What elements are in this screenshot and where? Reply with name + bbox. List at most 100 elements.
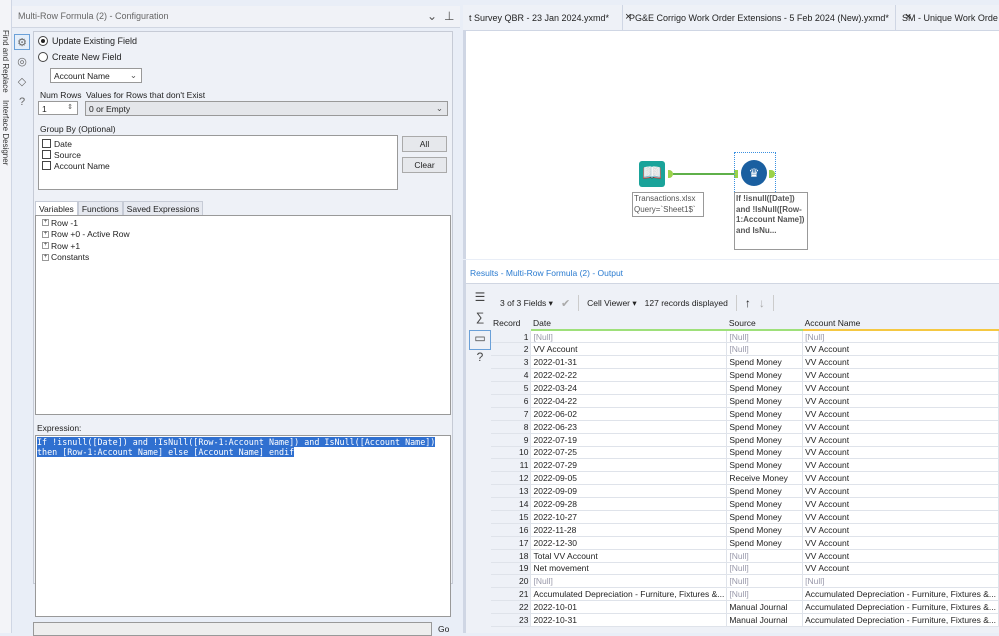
date-cell[interactable]: VV Account [530,342,728,357]
column-header-record[interactable]: Record [491,317,531,331]
table-row[interactable]: 15 2022-10-27 Spend Money VV Account [491,510,999,524]
source-cell[interactable]: Manual Journal [726,613,804,627]
date-cell[interactable]: 2022-10-01 [530,600,728,615]
table-row[interactable]: 12 2022-09-05 Receive Money VV Account [491,471,999,486]
column-header-date[interactable]: Date [530,317,727,331]
record-cell[interactable]: 7 [491,407,532,421]
table-row[interactable]: 18 Total VV Account [Null] VV Account [491,549,999,563]
account-name-cell[interactable]: VV Account [802,368,999,383]
record-cell[interactable]: 10 [491,446,532,460]
table-row[interactable]: 23 2022-10-31 Manual Journal Accumulated De… [491,613,999,627]
account-name-cell[interactable]: VV Account [802,510,999,524]
check-icon[interactable]: ✔ [561,297,570,310]
group-by-account-name[interactable]: Account Name [39,160,397,171]
record-cell[interactable]: 8 [491,420,532,434]
group-by-date[interactable]: Date [39,138,397,149]
source-cell[interactable]: Receive Money [726,471,804,486]
table-row[interactable]: 8 2022-06-23 Spend Money VV Account [491,420,999,434]
record-cell[interactable]: 18 [491,549,532,563]
date-cell[interactable]: 2022-06-23 [530,420,728,434]
expand-icon[interactable]: + [42,242,49,250]
column-header-source[interactable]: Source [726,317,803,331]
date-cell[interactable]: 2022-06-02 [530,407,728,421]
table-row[interactable]: 16 2022-11-28 Spend Money VV Account [491,523,999,537]
doc-tab[interactable]: PG&E Corrigo Work Order Extensions - 5 F… [623,5,911,31]
arrow-down-icon[interactable]: ↓ [759,296,765,310]
account-name-cell[interactable]: VV Account [802,355,999,370]
record-cell[interactable]: 5 [491,381,532,395]
tag-icon[interactable]: ◇ [14,74,30,90]
account-name-cell[interactable]: VV Account [802,497,999,511]
table-row[interactable]: 22 2022-10-01 Manual Journal Accumulated De… [491,600,999,615]
account-name-cell[interactable]: VV Account [802,342,999,357]
account-name-cell[interactable]: Accumulated Depreciation - Furniture, Fi… [802,587,999,602]
source-cell[interactable]: [Null] [726,562,804,576]
table-row[interactable]: 5 2022-03-24 Spend Money VV Account [491,381,999,395]
tag-icon[interactable]: ▭ [469,330,491,350]
expression-editor[interactable]: If !isnull([Date]) and !IsNull([Row-1:Ac… [35,435,451,617]
multi-row-formula-icon[interactable]: ♛ [741,160,767,186]
record-cell[interactable]: 14 [491,497,532,511]
gear-icon[interactable]: ⚙ [14,34,30,50]
date-cell[interactable]: [Null] [530,574,728,589]
account-name-cell[interactable]: [Null] [802,574,999,589]
record-cell[interactable]: 19 [491,562,532,576]
table-row[interactable]: 6 2022-04-22 Spend Money VV Account [491,394,999,408]
record-cell[interactable]: 22 [491,600,532,615]
account-name-cell[interactable]: VV Account [802,407,999,421]
all-button[interactable]: All [402,136,447,152]
field-select[interactable]: Account Name ⌄ [50,68,142,83]
table-row[interactable]: 9 2022-07-19 Spend Money VV Account [491,433,999,447]
table-row[interactable]: 3 2022-01-31 Spend Money VV Account [491,355,999,370]
date-cell[interactable]: 2022-11-28 [530,523,728,537]
source-cell[interactable]: Spend Money [726,458,804,473]
date-cell[interactable]: 2022-09-05 [530,471,728,486]
expand-icon[interactable]: + [42,253,49,261]
tree-item-constants[interactable]: + Constants [36,252,450,264]
account-name-cell[interactable]: VV Account [802,562,999,576]
account-name-cell[interactable]: VV Account [802,433,999,447]
table-row[interactable]: 13 2022-09-09 Spend Money VV Account [491,484,999,499]
date-cell[interactable]: Accumulated Depreciation - Furniture, Fi… [530,587,728,602]
table-row[interactable]: 4 2022-02-22 Spend Money VV Account [491,368,999,383]
account-name-cell[interactable]: Accumulated Depreciation - Furniture, Fi… [802,600,999,615]
date-cell[interactable]: Total VV Account [530,549,728,563]
date-cell[interactable]: 2022-03-24 [530,381,728,395]
date-cell[interactable]: 2022-10-27 [530,510,728,524]
account-name-cell[interactable]: VV Account [802,420,999,434]
date-cell[interactable]: 2022-07-19 [530,433,728,447]
values-select[interactable]: 0 or Empty ⌄ [85,101,448,116]
account-name-cell[interactable]: VV Account [802,549,999,563]
date-cell[interactable]: 2022-09-09 [530,484,728,499]
date-cell[interactable]: 2022-04-22 [530,394,728,408]
record-cell[interactable]: 3 [491,355,532,370]
record-cell[interactable]: 6 [491,394,532,408]
table-row[interactable]: 17 2022-12-30 Spend Money VV Account [491,536,999,550]
record-cell[interactable]: 1 [491,330,532,344]
group-by-source[interactable]: Source [39,149,397,160]
connection-line[interactable] [673,173,737,175]
source-cell[interactable]: Spend Money [726,523,804,537]
tree-item-row-plus-1[interactable]: + Row +1 [36,240,450,252]
update-existing-radio[interactable]: Update Existing Field [38,36,137,46]
num-rows-stepper[interactable]: 1 ⇕ [38,101,78,115]
checkbox[interactable] [42,139,51,148]
function-search-input[interactable] [33,622,432,636]
table-row[interactable]: 10 2022-07-25 Spend Money VV Account [491,446,999,460]
record-cell[interactable]: 13 [491,484,532,499]
workflow-canvas[interactable]: 📖 ♛ Transactions.xlsx Query=`Sheet1$` If… [463,31,999,259]
create-new-radio[interactable]: Create New Field [38,52,122,62]
source-cell[interactable]: Spend Money [726,420,804,434]
source-cell[interactable]: [Null] [726,342,804,357]
date-cell[interactable]: Net movement [530,562,728,576]
account-name-cell[interactable]: VV Account [802,536,999,550]
checkbox[interactable] [42,150,51,159]
source-cell[interactable]: [Null] [726,587,804,602]
record-cell[interactable]: 20 [491,574,532,589]
source-cell[interactable]: Spend Money [726,355,804,370]
pin-icon[interactable]: ⊥ [444,9,454,23]
record-cell[interactable]: 17 [491,536,532,550]
expand-icon[interactable]: + [42,230,49,238]
source-cell[interactable]: Spend Money [726,510,804,524]
source-cell[interactable]: Spend Money [726,433,804,447]
